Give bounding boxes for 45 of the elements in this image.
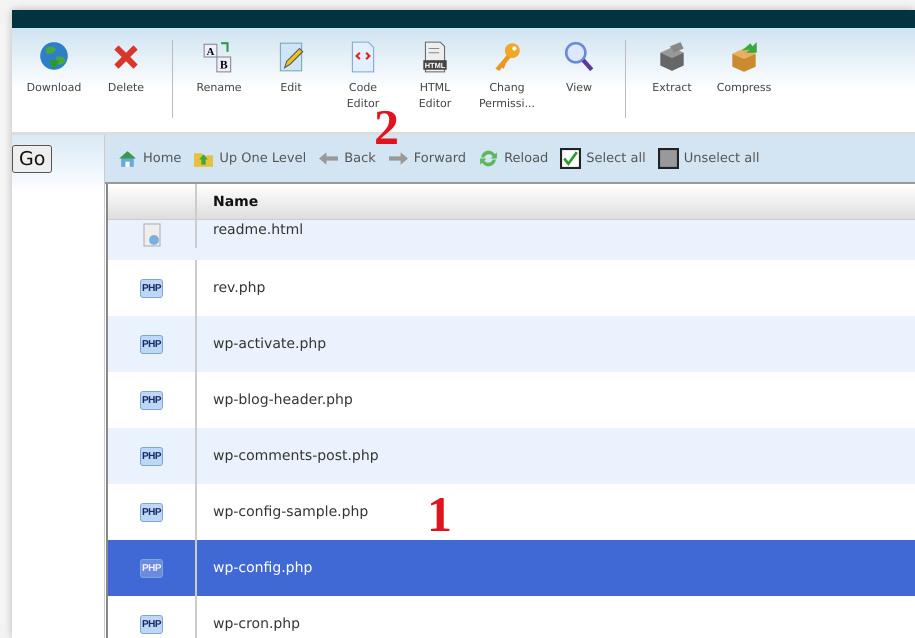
file-name: wp-activate.php	[213, 336, 326, 352]
nav-button[interactable]: Reload	[478, 148, 548, 169]
toolbar-button[interactable]: Download	[22, 40, 86, 96]
toolbar-button[interactable]: Code Editor	[331, 40, 395, 112]
file-name: wp-comments-post.php	[213, 448, 379, 464]
php-file-icon: PHP	[140, 614, 164, 634]
nav-button[interactable]: Home	[117, 148, 182, 169]
column-header[interactable]: Name	[213, 194, 258, 210]
reload-icon	[478, 148, 500, 169]
file-name: rev.php	[213, 280, 266, 296]
unchecked-checkbox-icon	[658, 148, 679, 169]
file-name: wp-config.php	[213, 560, 312, 576]
file-name: wp-blog-header.php	[213, 392, 353, 408]
file-name: wp-cron.php	[213, 616, 300, 632]
toolbar-button[interactable]: Delete	[94, 40, 158, 96]
nav-button[interactable]: Select all	[560, 148, 646, 169]
toolbar-button[interactable]: HTML HTML Editor	[403, 40, 467, 112]
web-file-icon	[140, 222, 162, 248]
file-row[interactable]: PHP wp-config.php	[108, 540, 915, 596]
toolbar-button[interactable]: Compress	[712, 40, 776, 96]
file-name: readme.html	[213, 222, 304, 238]
toolbar-button[interactable]: A B Rename	[187, 40, 251, 96]
file-row[interactable]: PHP wp-activate.php	[108, 316, 915, 372]
nav-button[interactable]: Back	[318, 148, 376, 169]
file-row[interactable]: PHP wp-comments-post.php	[108, 428, 915, 484]
php-file-icon: PHP	[140, 334, 164, 354]
nav-button[interactable]: Unselect all	[658, 148, 760, 169]
toolbar-button[interactable]: Chang Permissi...	[475, 40, 539, 112]
file-row[interactable]: readme.html	[108, 220, 915, 260]
php-file-icon: PHP	[140, 558, 164, 578]
toolbar-button[interactable]: View	[547, 40, 611, 96]
nav-button[interactable]: Forward	[388, 148, 466, 169]
php-file-icon: PHP	[140, 446, 164, 466]
toolbar-button[interactable]: Edit	[259, 40, 323, 96]
file-name: wp-config-sample.php	[213, 504, 368, 520]
php-file-icon: PHP	[140, 390, 164, 410]
php-file-icon: PHP	[140, 278, 164, 298]
annotation-number: 1	[427, 489, 452, 539]
magnifier-icon	[562, 40, 596, 74]
checked-checkbox-icon	[560, 148, 582, 169]
go-button[interactable]: Go	[12, 145, 52, 173]
toolbar-button[interactable]: Extract	[640, 40, 704, 96]
nav-button[interactable]: Up One Level	[193, 148, 306, 169]
file-row[interactable]: PHP wp-cron.php	[108, 596, 915, 638]
php-file-icon: PHP	[140, 502, 164, 522]
